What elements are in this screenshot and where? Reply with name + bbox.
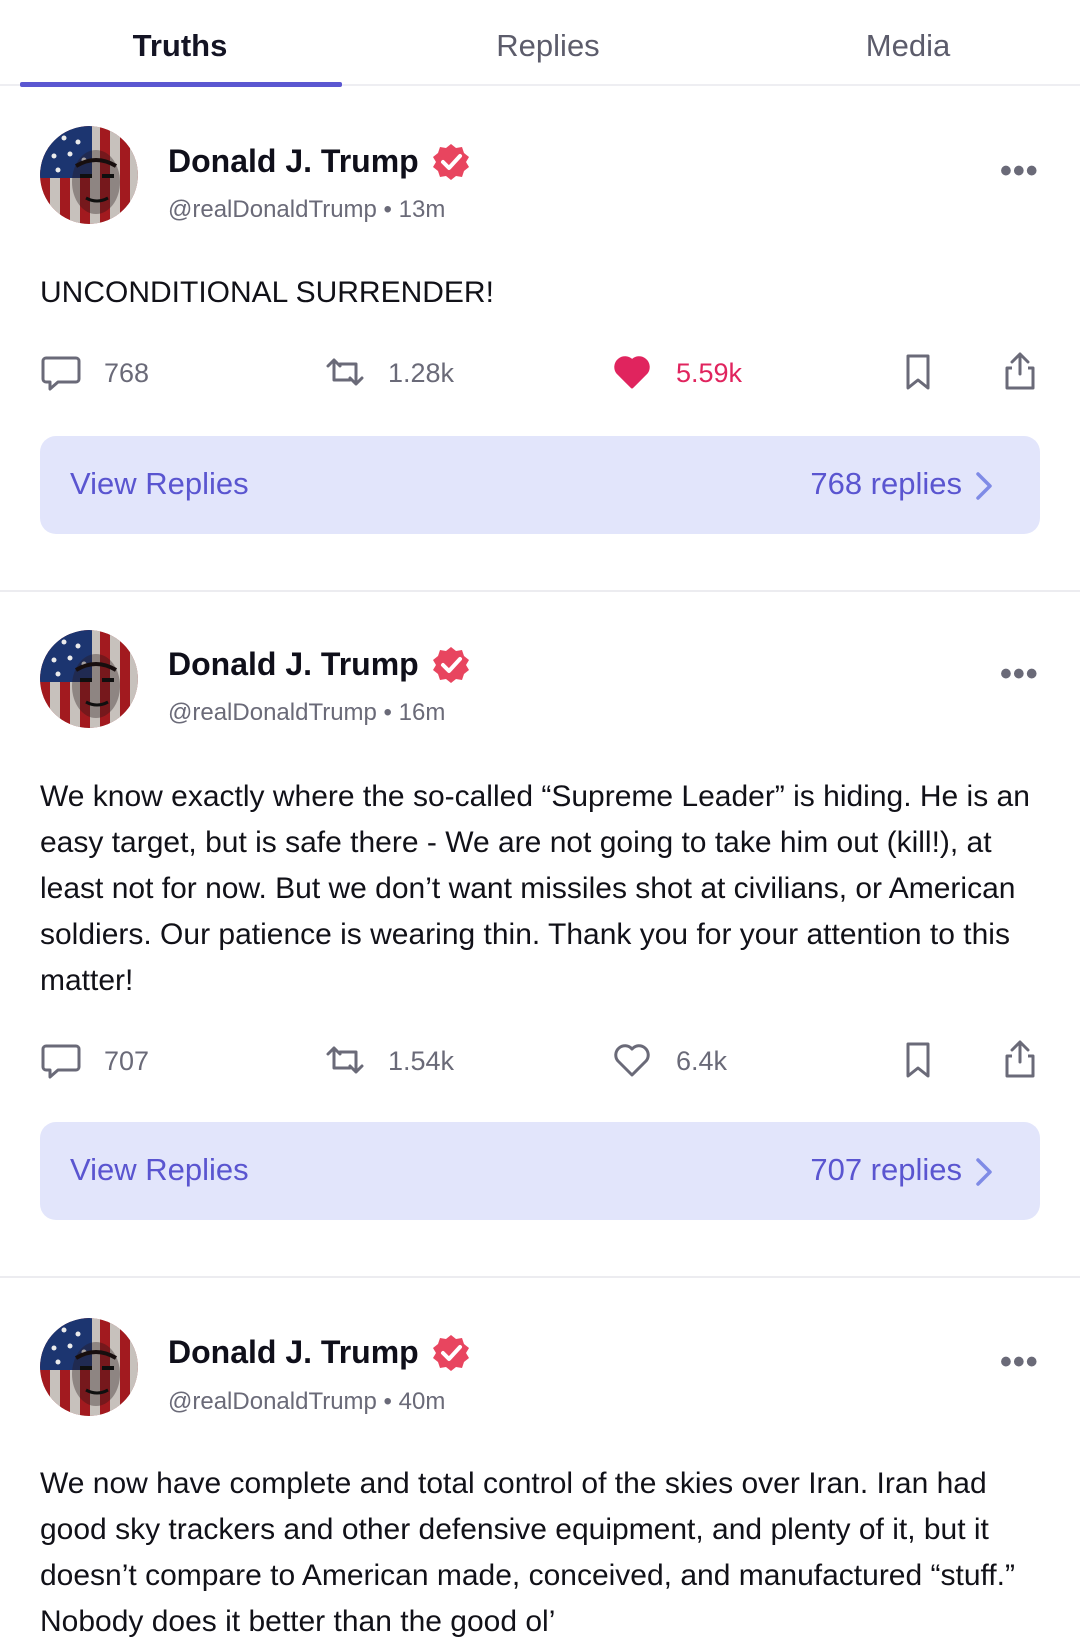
retruth-icon xyxy=(326,1046,364,1074)
replies-count-label: 768 replies xyxy=(810,466,962,501)
post-meta: @realDonaldTrump • 40m xyxy=(168,1388,446,1415)
heart-icon xyxy=(614,1044,650,1077)
tab-truths[interactable]: Truths xyxy=(10,28,350,64)
comment-icon xyxy=(41,1044,81,1079)
avatar[interactable] xyxy=(40,630,138,728)
retruth-count: 1.28k xyxy=(388,357,455,388)
view-replies-button[interactable]: View Replies 768 replies xyxy=(40,436,1040,534)
heart-icon xyxy=(614,356,650,389)
verified-badge-icon xyxy=(431,142,471,182)
share-button[interactable] xyxy=(1000,1038,1042,1080)
bookmark-button[interactable] xyxy=(898,1040,940,1082)
bookmark-icon xyxy=(906,354,930,390)
post-divider xyxy=(0,1276,1080,1278)
replies-count-label: 707 replies xyxy=(810,1152,962,1187)
like-count: 6.4k xyxy=(676,1045,728,1076)
post-text: UNCONDITIONAL SURRENDER! xyxy=(40,276,494,309)
like-action[interactable]: 6.4k xyxy=(612,1040,727,1082)
chevron-right-icon xyxy=(976,1158,992,1186)
avatar[interactable] xyxy=(40,1318,138,1416)
tab-replies[interactable]: Replies xyxy=(378,28,718,64)
verified-badge-icon xyxy=(431,1333,471,1373)
post-divider xyxy=(0,590,1080,592)
author-name[interactable]: Donald J. Trump xyxy=(168,1334,419,1371)
comment-icon xyxy=(41,356,81,391)
reply-count: 707 xyxy=(104,1045,150,1076)
like-count: 5.59k xyxy=(676,357,743,388)
author-name[interactable]: Donald J. Trump xyxy=(168,646,419,683)
reply-action[interactable]: 707 xyxy=(40,1040,149,1082)
view-replies-label: View Replies xyxy=(70,466,249,501)
view-replies-label: View Replies xyxy=(70,1152,249,1187)
post-text: We know exactly where the so-called “Sup… xyxy=(40,780,1030,997)
share-icon xyxy=(1005,352,1035,390)
active-tab-indicator xyxy=(20,82,342,87)
bookmark-icon xyxy=(906,1042,930,1078)
share-icon xyxy=(1005,1040,1035,1078)
author-name[interactable]: Donald J. Trump xyxy=(168,143,419,180)
retruth-action[interactable]: 1.54k xyxy=(324,1040,454,1082)
more-icon[interactable]: ••• xyxy=(1000,1343,1039,1382)
retruth-count: 1.54k xyxy=(388,1045,455,1076)
retruth-icon xyxy=(326,358,364,386)
avatar[interactable] xyxy=(40,126,138,224)
chevron-right-icon xyxy=(976,472,992,500)
share-button[interactable] xyxy=(1000,350,1042,392)
bookmark-button[interactable] xyxy=(898,352,940,394)
retruth-action[interactable]: 1.28k xyxy=(324,352,454,394)
post-text: We now have complete and total control o… xyxy=(40,1467,1015,1638)
profile-tabs: Truths Replies Media xyxy=(0,0,1080,87)
post-meta: @realDonaldTrump • 13m xyxy=(168,196,446,223)
more-icon[interactable]: ••• xyxy=(1000,152,1039,191)
verified-badge-icon xyxy=(431,645,471,685)
reply-action[interactable]: 768 xyxy=(40,352,149,394)
like-action[interactable]: 5.59k xyxy=(612,352,742,394)
tab-media[interactable]: Media xyxy=(738,28,1078,64)
reply-count: 768 xyxy=(104,357,150,388)
more-icon[interactable]: ••• xyxy=(1000,655,1039,694)
post-meta: @realDonaldTrump • 16m xyxy=(168,699,446,726)
view-replies-button[interactable]: View Replies 707 replies xyxy=(40,1122,1040,1220)
